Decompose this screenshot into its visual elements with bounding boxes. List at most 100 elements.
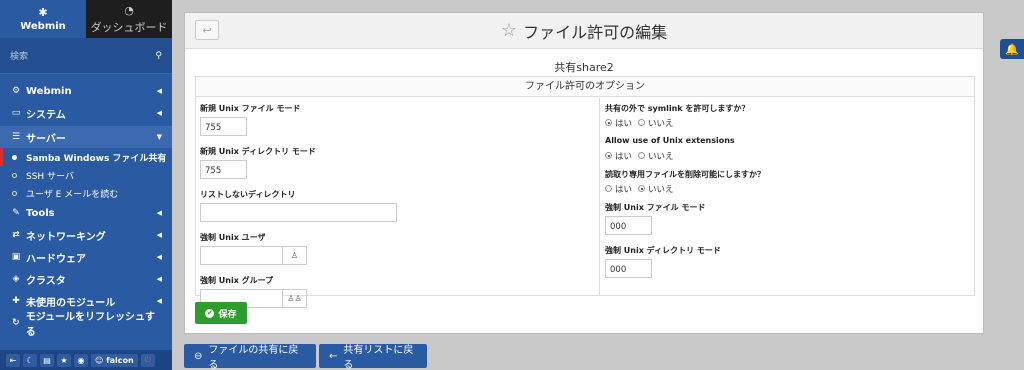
search-icon[interactable]: ⚲ xyxy=(155,51,162,61)
new-dir-mode-label: 新規 Unix ディレクトリ モード xyxy=(200,147,316,156)
back-to-share-button[interactable]: ⊖ ファイルの共有に戻る xyxy=(184,344,316,370)
terminal-icon[interactable]: ▤ xyxy=(40,353,54,367)
monitor-icon: ▭ xyxy=(11,108,21,118)
section-title: ファイル許可のオプション xyxy=(196,77,974,97)
refresh-icon: ↻ xyxy=(12,318,20,328)
symlink-yes-radio[interactable]: はい xyxy=(605,117,632,129)
chevron-left-icon: ◀ xyxy=(156,275,162,283)
main-area: ↩ ☆ ファイル許可の編集 共有share2 ファイル許可のオプション 新規 U… xyxy=(172,0,1024,370)
options-form: ファイル許可のオプション 新規 Unix ファイル モード 755 新規 Uni… xyxy=(195,76,975,308)
force-file-mode-label: 強制 Unix ファイル モード xyxy=(605,203,706,212)
tab-dashboard-label: ダッシュボード xyxy=(90,20,168,34)
sidebar-subitem-label: ユーザ E メールを読む xyxy=(26,189,119,200)
delete-readonly-no-radio[interactable]: いいえ xyxy=(638,183,674,195)
sidebar-item-label: モジュールをリフレッシュする xyxy=(25,312,156,338)
sidebar-item-servers[interactable]: ☰ サーバー ▼ xyxy=(0,126,172,148)
radio-label: いいえ xyxy=(648,118,674,129)
delete-readonly-yes-radio[interactable]: はい xyxy=(605,183,632,195)
sidebar: ✱ Webmin ◔ ダッシュボード 検索 ⚲ ⚙ Webmin ◀ ▭ システ… xyxy=(0,0,172,370)
share-title: 共有share2 xyxy=(554,61,614,74)
sidebar-item-label: Tools xyxy=(26,207,55,219)
arrow-left-icon: ← xyxy=(329,350,338,362)
new-file-mode-input[interactable]: 755 xyxy=(200,117,247,136)
star-icon[interactable]: ★ xyxy=(57,353,71,367)
radio-checked-icon xyxy=(638,185,646,192)
sidebar-item-networking[interactable]: ⇄ ネットワーキング ◀ xyxy=(0,224,172,246)
arrow-circle-left-icon: ⊖ xyxy=(194,350,203,362)
symlink-radios: はい いいえ xyxy=(605,117,971,129)
force-user-input[interactable] xyxy=(200,246,282,265)
unix-ext-radios: はい いいえ xyxy=(605,150,971,162)
hide-dirs-input[interactable] xyxy=(200,203,397,222)
sidebar-item-label: ネットワーキング xyxy=(26,231,106,243)
force-user-field: ♙ xyxy=(200,246,599,265)
sidebar-subitem-samba[interactable]: Samba Windows ファイル共有 xyxy=(0,148,172,166)
save-button[interactable]: ✔ 保存 xyxy=(195,302,247,324)
force-file-mode-input[interactable]: 000 xyxy=(605,216,652,235)
group-picker-icon[interactable]: ♙♙ xyxy=(282,289,307,308)
check-circle-icon: ✔ xyxy=(205,308,215,318)
sidebar-item-system[interactable]: ▭ システム ◀ xyxy=(0,102,172,124)
save-button-label: 保存 xyxy=(218,309,237,320)
radio-label: はい xyxy=(615,184,633,195)
content-panel: ↩ ☆ ファイル許可の編集 共有share2 ファイル許可のオプション 新規 U… xyxy=(184,12,984,334)
symlink-label: 共有の外で symlink を許可しますか？ xyxy=(605,104,750,113)
sidebar-item-refresh[interactable]: ↻ モジュールをリフレッシュする xyxy=(0,312,172,338)
sidebar-bottom-bar: ⇤ ☾ ▤ ★ ◉ ☺ falcon ⏻ xyxy=(0,350,172,370)
form-left-column: 新規 Unix ファイル モード 755 新規 Unix ディレクトリ モード … xyxy=(196,98,600,308)
sidebar-item-tools[interactable]: ✎ Tools ◀ xyxy=(0,202,172,224)
server-icon: ☰ xyxy=(11,132,21,142)
radio-label: いいえ xyxy=(648,151,674,162)
puzzle-icon: ✚ xyxy=(12,296,20,306)
chevron-left-icon: ◀ xyxy=(156,231,162,239)
new-dir-mode-input[interactable]: 755 xyxy=(200,160,247,179)
panel-header: ↩ ☆ ファイル許可の編集 xyxy=(185,13,983,49)
sidebar-tabs: ✱ Webmin ◔ ダッシュボード xyxy=(0,0,172,38)
chevron-left-icon: ◀ xyxy=(156,253,162,261)
star-outline-icon[interactable]: ☆ xyxy=(501,20,517,41)
back-to-share-label: ファイルの共有に戻る xyxy=(208,345,299,370)
user-name: falcon xyxy=(106,355,134,365)
tab-dashboard[interactable]: ◔ ダッシュボード xyxy=(86,0,172,38)
form-right-column: 共有の外で symlink を許可しますか？ はい いいえ Allow use … xyxy=(601,98,971,278)
bullet-icon xyxy=(12,172,17,178)
webmin-logo-icon: ✱ xyxy=(38,6,48,19)
network-icon: ⇄ xyxy=(12,230,20,240)
radio-empty-icon xyxy=(638,152,646,159)
chevron-left-icon: ◀ xyxy=(156,297,162,305)
wrench-icon: ✎ xyxy=(12,208,20,218)
sidebar-item-label: Webmin xyxy=(26,85,72,97)
palette-icon[interactable]: ◉ xyxy=(74,353,88,367)
sidebar-item-webmin[interactable]: ⚙ Webmin ◀ xyxy=(0,80,172,102)
logout-icon[interactable]: ⏻ xyxy=(140,353,155,367)
sidebar-search[interactable]: 検索 ⚲ xyxy=(0,38,172,74)
user-button[interactable]: ☺ falcon xyxy=(91,353,138,367)
back-arrow-button[interactable]: ↩ xyxy=(195,20,219,40)
sidebar-item-hardware[interactable]: ▣ ハードウェア ◀ xyxy=(0,246,172,268)
unix-ext-yes-radio[interactable]: はい xyxy=(605,150,632,162)
sidebar-item-label: 未使用のモジュール xyxy=(26,297,116,309)
symlink-no-radio[interactable]: いいえ xyxy=(638,117,674,129)
force-dir-mode-input[interactable]: 000 xyxy=(605,259,652,278)
sidebar-subitem-mail[interactable]: ユーザ E メールを読む xyxy=(0,184,172,202)
unix-ext-no-radio[interactable]: いいえ xyxy=(638,150,674,162)
bullet-icon xyxy=(12,190,17,196)
hardware-icon: ▣ xyxy=(11,252,21,262)
search-input[interactable]: 検索 xyxy=(10,49,28,62)
radio-label: いいえ xyxy=(648,184,674,195)
sidebar-item-cluster[interactable]: ◈ クラスタ ◀ xyxy=(0,268,172,290)
tab-webmin-label: Webmin xyxy=(20,21,66,32)
dashboard-icon: ◔ xyxy=(124,3,134,17)
tab-webmin[interactable]: ✱ Webmin xyxy=(0,0,86,38)
radio-empty-icon xyxy=(605,185,612,192)
notification-bell-icon[interactable]: 🔔 xyxy=(1000,39,1024,59)
radio-checked-icon xyxy=(605,152,612,159)
delete-readonly-label: 読取り専用ファイルを削除可能にしますか？ xyxy=(605,170,765,179)
back-to-list-button[interactable]: ← 共有リストに戻る xyxy=(319,344,427,370)
sidebar-subitem-ssh[interactable]: SSH サーバ xyxy=(0,166,172,184)
user-picker-icon[interactable]: ♙ xyxy=(282,246,307,265)
collapse-icon[interactable]: ⇤ xyxy=(6,353,20,367)
chevron-left-icon: ◀ xyxy=(156,109,162,117)
moon-icon[interactable]: ☾ xyxy=(23,353,37,367)
user-icon: ☺ xyxy=(95,355,107,365)
